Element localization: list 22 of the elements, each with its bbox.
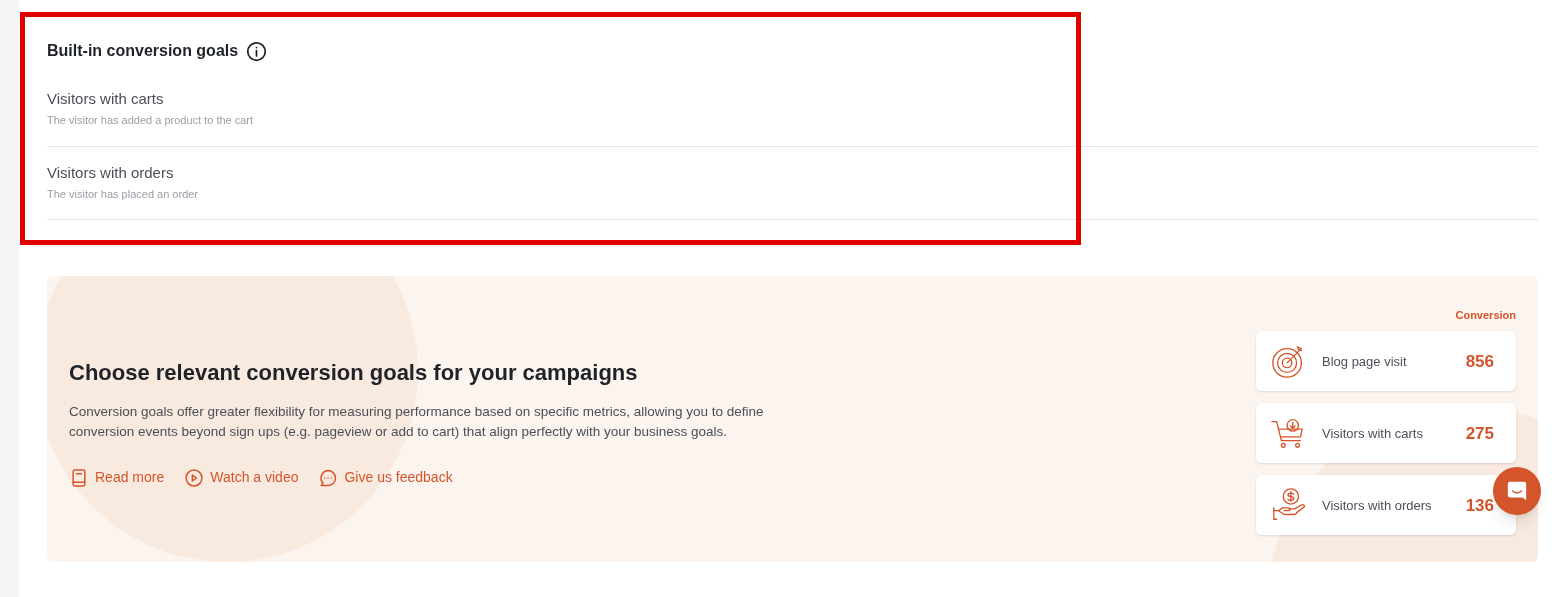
banner-link[interactable]: Watch a video <box>184 467 299 488</box>
stat-value: 136 <box>1465 494 1494 517</box>
stat-label: Visitors with orders <box>1322 496 1433 515</box>
stat-label: Blog page visit <box>1322 352 1408 371</box>
stat-value: 275 <box>1465 422 1494 445</box>
goal-name: Visitors with carts <box>47 89 165 109</box>
goal-description: The visitor has added a product to the cart <box>47 113 255 128</box>
banner-title: Choose relevant conversion goals for your campaigns <box>69 359 639 387</box>
book-icon <box>69 467 89 488</box>
section-title: Built-in conversion goals <box>47 41 239 61</box>
stat-label: Visitors with carts <box>1322 424 1424 443</box>
chat-icon <box>1506 480 1528 502</box>
banner-link[interactable]: Give us feedback <box>318 467 453 488</box>
banner-link[interactable]: Read more <box>69 467 165 488</box>
play-icon <box>184 467 205 488</box>
chat-bubble-icon <box>318 467 339 488</box>
goal-description: The visitor has placed an order <box>47 186 200 202</box>
info-icon <box>246 40 268 62</box>
goal-name: Visitors with orders <box>47 162 175 183</box>
stat-value: 856 <box>1465 350 1494 373</box>
banner-text: Conversion goals offer greater flexibility for measuring performance based on specific metrics, allowing you to define conversion events beyond sign ups (e.g. pageview or add to cart) that align perfectly with your business goals. <box>69 403 765 441</box>
stats-heading: Conversion <box>1455 307 1516 323</box>
